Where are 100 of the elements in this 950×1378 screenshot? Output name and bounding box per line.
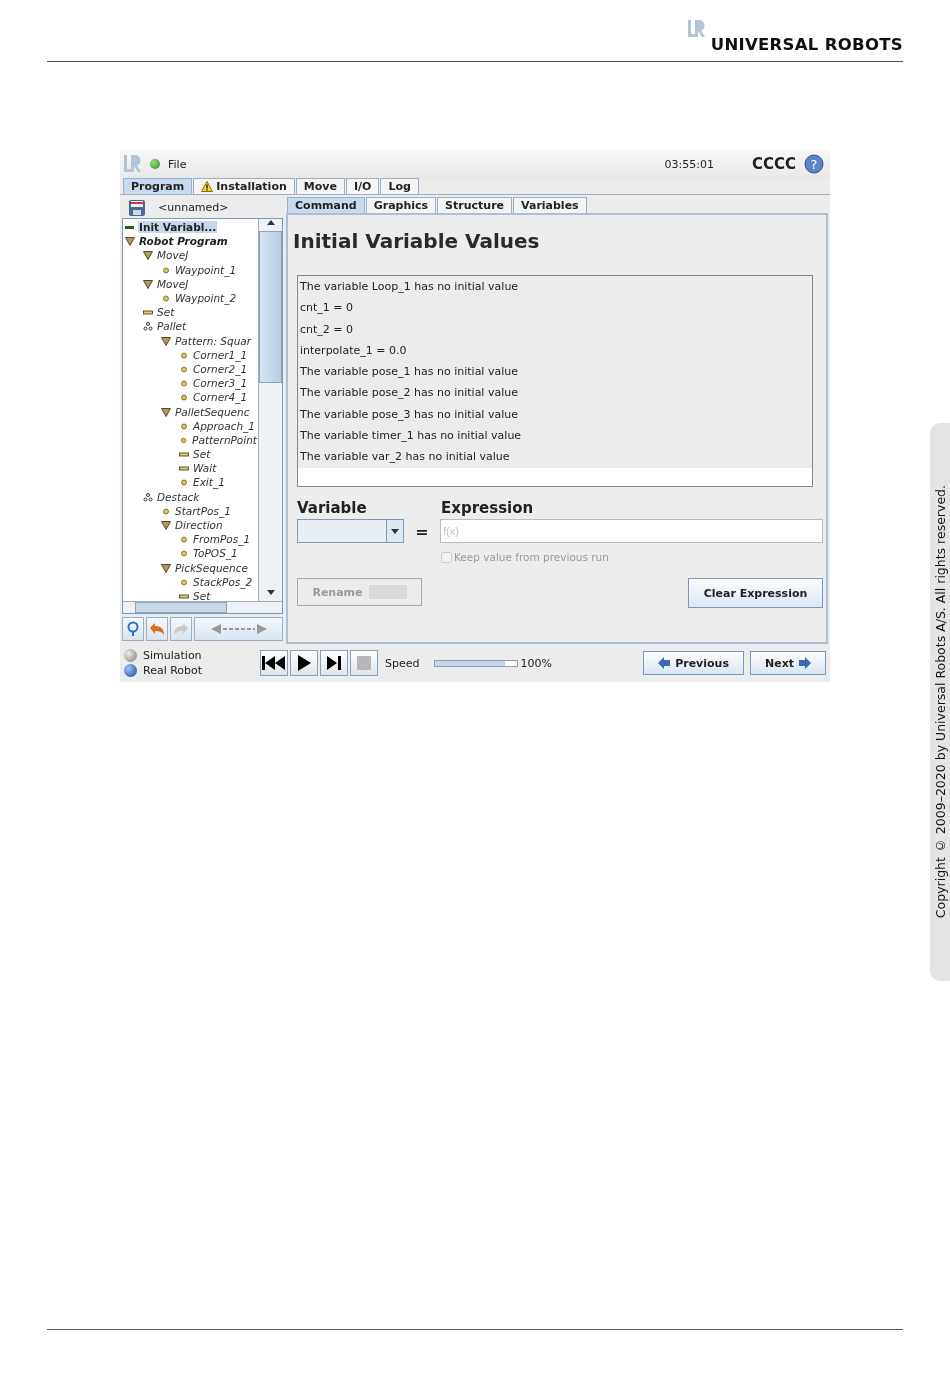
triangle-icon bbox=[125, 236, 135, 247]
down-arrow-icon[interactable] bbox=[266, 590, 275, 595]
tree-item[interactable]: ToPOS_1 bbox=[192, 547, 239, 560]
tree-item[interactable]: Destack bbox=[156, 490, 201, 503]
dot-icon bbox=[179, 378, 189, 389]
panel-title: Initial Variable Values bbox=[293, 229, 541, 253]
tree-item[interactable]: FromPos_1 bbox=[192, 533, 252, 546]
main-tab[interactable]: Log bbox=[380, 178, 419, 194]
undo-button[interactable] bbox=[146, 617, 168, 641]
variable-row[interactable]: The variable pose_2 has no initial value bbox=[298, 382, 812, 404]
mode-radio[interactable] bbox=[124, 664, 137, 677]
tree-item[interactable]: Set bbox=[156, 306, 176, 319]
tree-item[interactable]: StartPos_1 bbox=[174, 504, 232, 517]
move-arrows-button[interactable] bbox=[194, 617, 283, 641]
variable-row[interactable]: interpolate_1 = 0.0 bbox=[298, 339, 812, 362]
step-button[interactable] bbox=[320, 650, 348, 676]
variable-row[interactable]: The variable timer_1 has no initial value bbox=[298, 425, 812, 447]
mode-label[interactable]: Simulation bbox=[143, 649, 202, 662]
tree-item[interactable]: Waypoint_1 bbox=[174, 263, 238, 276]
expression-label: Expression bbox=[441, 499, 534, 517]
main-tab[interactable]: Move bbox=[295, 178, 345, 194]
rewind-icon bbox=[262, 656, 286, 670]
tree-item[interactable]: PalletSequenc bbox=[174, 405, 251, 418]
tree-item[interactable]: Set bbox=[192, 589, 212, 601]
tree-item[interactable]: Robot Program bbox=[138, 235, 229, 248]
variable-dropdown[interactable] bbox=[297, 519, 404, 543]
clear-expression-button[interactable]: Clear Expression bbox=[688, 578, 823, 608]
dot-icon bbox=[161, 264, 171, 275]
save-icon[interactable] bbox=[128, 198, 146, 217]
tree-item[interactable]: StackPos_2 bbox=[192, 575, 254, 588]
tree-item[interactable]: Approach_1 bbox=[192, 419, 257, 432]
expression-field[interactable]: f(x) bbox=[440, 519, 823, 543]
equals-sign: = bbox=[414, 521, 430, 541]
brand-name: UNIVERSAL ROBOTS bbox=[710, 35, 903, 54]
triangle-icon bbox=[161, 335, 171, 346]
dots-icon bbox=[143, 491, 153, 502]
tree-item[interactable]: PatternPoint bbox=[191, 433, 258, 446]
sub-tab[interactable]: Variables bbox=[513, 197, 587, 213]
tree-item[interactable]: MoveJ bbox=[156, 277, 190, 290]
caret-icon bbox=[391, 528, 399, 534]
right-arrow-icon bbox=[799, 657, 811, 669]
stop-icon bbox=[357, 656, 371, 670]
dot-icon bbox=[179, 477, 189, 488]
file-menu[interactable]: File bbox=[168, 157, 187, 171]
play-icon bbox=[297, 655, 311, 671]
dot-icon bbox=[179, 420, 189, 431]
double-arrow-icon bbox=[210, 623, 267, 635]
up-arrow-icon[interactable] bbox=[266, 220, 275, 225]
tree-item[interactable]: Corner4_1 bbox=[192, 391, 249, 404]
play-button[interactable] bbox=[290, 650, 318, 676]
dot-icon bbox=[161, 505, 171, 516]
tree-item[interactable]: MoveJ bbox=[156, 249, 190, 262]
tree-item[interactable]: Pallet bbox=[156, 320, 188, 333]
mode-radio[interactable] bbox=[124, 649, 137, 662]
dot-icon bbox=[179, 576, 189, 587]
search-button[interactable] bbox=[122, 617, 144, 641]
redo-button[interactable] bbox=[170, 617, 192, 641]
tree-item[interactable]: Wait bbox=[192, 462, 218, 475]
horizontal-scrollbar[interactable] bbox=[123, 601, 282, 613]
variable-row[interactable]: The variable Loop_1 has no initial value bbox=[298, 276, 812, 298]
file-name: <unnamed> bbox=[158, 201, 229, 214]
logo-icon bbox=[122, 154, 142, 174]
rewind-button[interactable] bbox=[260, 650, 288, 676]
variable-row[interactable]: cnt_1 = 0 bbox=[298, 297, 812, 319]
dot-icon bbox=[179, 392, 189, 403]
sub-tab[interactable]: Graphics bbox=[365, 197, 437, 213]
help-icon[interactable]: ? bbox=[804, 154, 824, 174]
tree-item[interactable]: Exit_1 bbox=[192, 476, 226, 489]
keep-value-label: Keep value from previous run bbox=[454, 551, 609, 563]
tree-item[interactable]: PickSequence bbox=[174, 561, 249, 574]
bar-icon bbox=[143, 307, 153, 318]
main-tab[interactable]: I/O bbox=[345, 178, 380, 194]
tree-item[interactable]: Pattern: Squar bbox=[174, 334, 253, 347]
undo-icon bbox=[149, 622, 165, 636]
bar-icon bbox=[179, 449, 189, 460]
mode-label[interactable]: Real Robot bbox=[143, 664, 203, 677]
main-tab[interactable]: Installation bbox=[193, 178, 295, 194]
variables-list[interactable] bbox=[297, 275, 813, 487]
variable-row[interactable]: cnt_2 = 0 bbox=[298, 318, 812, 340]
robot-name: CCCC bbox=[751, 155, 796, 173]
tree-item[interactable]: Corner1_1 bbox=[192, 348, 249, 361]
sub-tab[interactable]: Structure bbox=[437, 197, 513, 213]
variable-row[interactable]: The variable pose_1 has no initial value bbox=[298, 361, 812, 383]
tree-item[interactable]: Waypoint_2 bbox=[174, 292, 238, 305]
dots-icon bbox=[143, 321, 153, 332]
tree-item[interactable]: Set bbox=[192, 448, 212, 461]
vertical-scrollbar[interactable] bbox=[258, 219, 282, 601]
next-button[interactable]: Next bbox=[749, 651, 826, 675]
dot-icon bbox=[161, 293, 171, 304]
previous-button[interactable]: Previous bbox=[643, 651, 744, 675]
tree-item[interactable]: Init Variabl... bbox=[138, 221, 218, 234]
tree-item[interactable]: Direction bbox=[174, 519, 224, 532]
variable-row[interactable]: The variable var_2 has no initial value bbox=[298, 446, 812, 468]
main-tab[interactable]: Program bbox=[123, 178, 193, 194]
tree-item[interactable]: Corner2_1 bbox=[192, 362, 249, 375]
variable-row[interactable]: The variable pose_3 has no initial value bbox=[298, 403, 812, 426]
triangle-icon bbox=[143, 278, 153, 289]
speed-slider[interactable] bbox=[434, 659, 519, 667]
tree-item[interactable]: Corner3_1 bbox=[192, 377, 249, 390]
sub-tab[interactable]: Command bbox=[287, 197, 365, 213]
